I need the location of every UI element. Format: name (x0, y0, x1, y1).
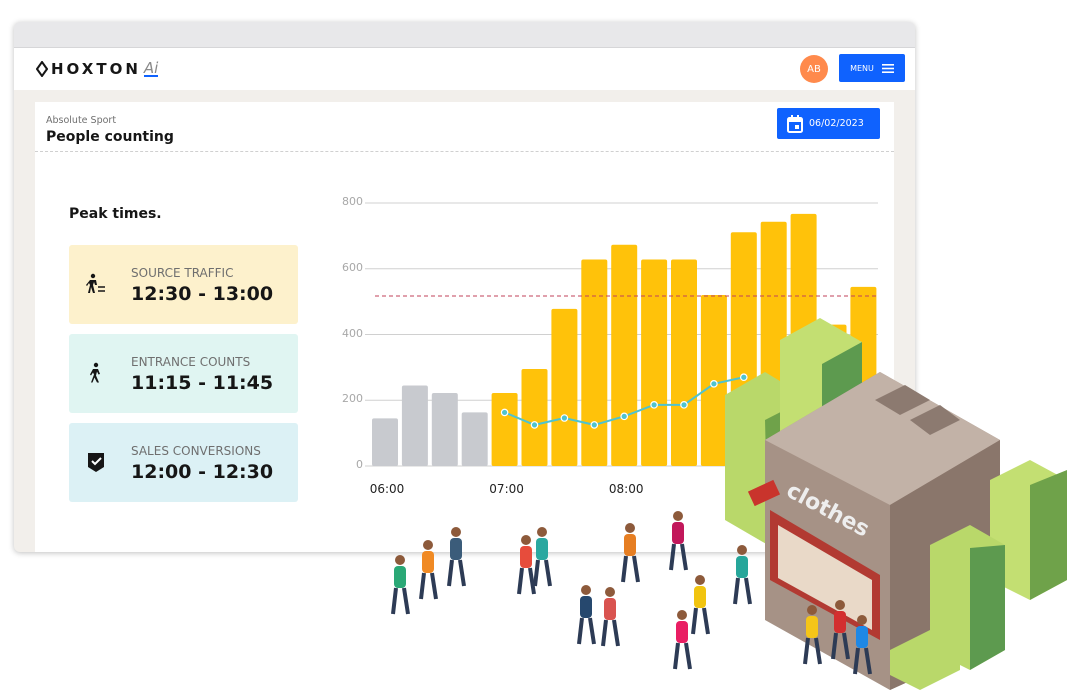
person-figure (517, 535, 536, 595)
person-figure (621, 523, 640, 583)
person-figure (391, 555, 410, 615)
people-illustration (391, 511, 872, 675)
person-figure (673, 610, 692, 670)
person-figure (419, 540, 438, 600)
person-figure (803, 605, 822, 665)
person-figure (853, 615, 872, 675)
person-figure (533, 527, 552, 587)
person-figure (831, 600, 850, 660)
person-figure (447, 527, 466, 587)
person-figure (601, 587, 620, 647)
person-figure (733, 545, 752, 605)
person-figure (577, 585, 596, 645)
person-figure (669, 511, 688, 571)
person-figure (691, 575, 710, 635)
